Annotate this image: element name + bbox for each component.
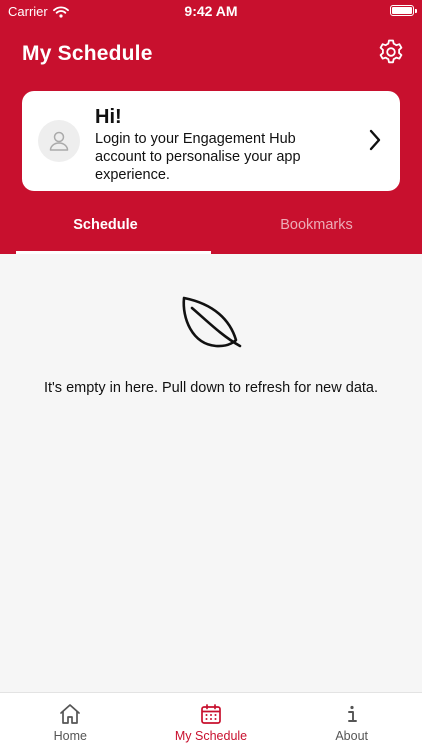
tab-bookmarks-label: Bookmarks bbox=[280, 217, 353, 233]
empty-state-message: It's empty in here. Pull down to refresh… bbox=[43, 380, 379, 396]
bottom-tab-bar: Home My Schedule About bbox=[0, 692, 422, 750]
user-icon bbox=[49, 131, 69, 151]
battery-icon bbox=[390, 5, 417, 16]
tabbar-my-schedule[interactable]: My Schedule bbox=[141, 693, 282, 750]
tab-bookmarks[interactable]: Bookmarks bbox=[211, 205, 422, 254]
tab-schedule[interactable]: Schedule bbox=[0, 205, 211, 254]
tabbar-home-label: Home bbox=[53, 729, 87, 743]
tabbar-my-schedule-label: My Schedule bbox=[174, 729, 248, 743]
tabbar-home[interactable]: Home bbox=[0, 693, 141, 750]
login-message: Login to your Engagement Hub account to … bbox=[95, 131, 301, 183]
login-greeting: Hi! bbox=[95, 106, 122, 128]
tabbar-about[interactable]: About bbox=[281, 693, 422, 750]
status-bar: Carrier 9:42 AM bbox=[0, 0, 422, 22]
tabbar-about-label: About bbox=[335, 729, 369, 743]
app-header: Carrier 9:42 AM My Schedule Hi! Login to… bbox=[0, 0, 422, 254]
info-icon bbox=[347, 705, 357, 722]
chevron-right-icon bbox=[369, 129, 381, 151]
active-tab-indicator bbox=[16, 251, 211, 254]
tab-schedule-label: Schedule bbox=[73, 217, 138, 233]
segment-tabs: Schedule Bookmarks bbox=[0, 205, 422, 254]
gear-icon[interactable] bbox=[377, 38, 405, 66]
page-title: My Schedule bbox=[22, 42, 153, 65]
home-icon bbox=[60, 704, 81, 724]
leaf-icon bbox=[182, 296, 242, 348]
calendar-icon bbox=[201, 704, 221, 724]
login-card[interactable]: Hi! Login to your Engagement Hub account… bbox=[22, 91, 400, 191]
avatar bbox=[38, 120, 80, 162]
status-time: 9:42 AM bbox=[184, 3, 238, 19]
